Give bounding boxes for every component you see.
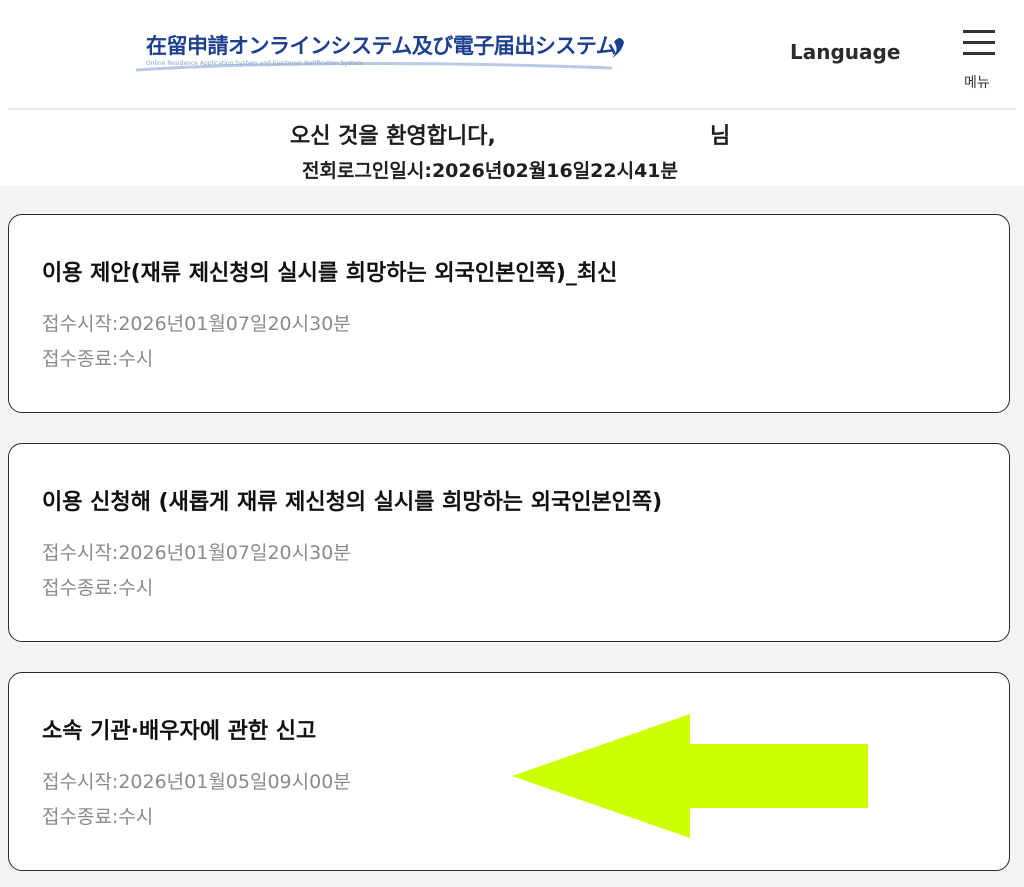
last-login-time: 전회로그인일시:2026년02월16일22시41분	[302, 160, 679, 182]
logo-subtitle: Online Residence Application System and …	[146, 60, 363, 67]
language-button[interactable]: Language	[790, 40, 900, 64]
app-header: 在留申請オンラインシステム及び電子届出システム Online Residence…	[0, 0, 1024, 108]
logo-title: 在留申請オンラインシステム及び電子届出システム	[146, 33, 617, 58]
card-start-date: 접수시작:2026년01월05일09시00분	[42, 771, 351, 793]
menu-label: 메뉴	[964, 75, 990, 91]
application-card[interactable]: 이용 제안(재류 제신청의 실시를 희망하는 외국인본인쪽)_최신 접수시작:2…	[8, 214, 1010, 413]
card-title: 소속 기관·배우자에 관한 신고	[42, 719, 317, 744]
site-logo[interactable]: 在留申請オンラインシステム及び電子届出システム Online Residence…	[132, 28, 632, 76]
application-card[interactable]: 이용 신청해 (새롭게 재류 제신청의 실시를 희망하는 외국인본인쪽) 접수시…	[8, 443, 1010, 642]
arrow-left-icon	[512, 714, 868, 838]
welcome-greeting: 오신 것을 환영합니다,	[290, 124, 496, 149]
card-end-date: 접수종료:수시	[42, 348, 154, 370]
card-start-date: 접수시작:2026년01월07일20시30분	[42, 542, 351, 564]
card-end-date: 접수종료:수시	[42, 577, 154, 599]
card-title: 이용 제안(재류 제신청의 실시를 희망하는 외국인본인쪽)_최신	[42, 261, 618, 286]
card-start-date: 접수시작:2026년01월07일20시30분	[42, 313, 351, 335]
card-title: 이용 신청해 (새롭게 재류 제신청의 실시를 희망하는 외국인본인쪽)	[42, 490, 663, 515]
welcome-section: 오신 것을 환영합니다, 님 전회로그인일시:2026년02월16일22시41분	[0, 110, 1024, 186]
menu-button[interactable]: 메뉴	[960, 28, 1000, 92]
card-end-date: 접수종료:수시	[42, 806, 154, 828]
welcome-honorific: 님	[710, 124, 731, 149]
